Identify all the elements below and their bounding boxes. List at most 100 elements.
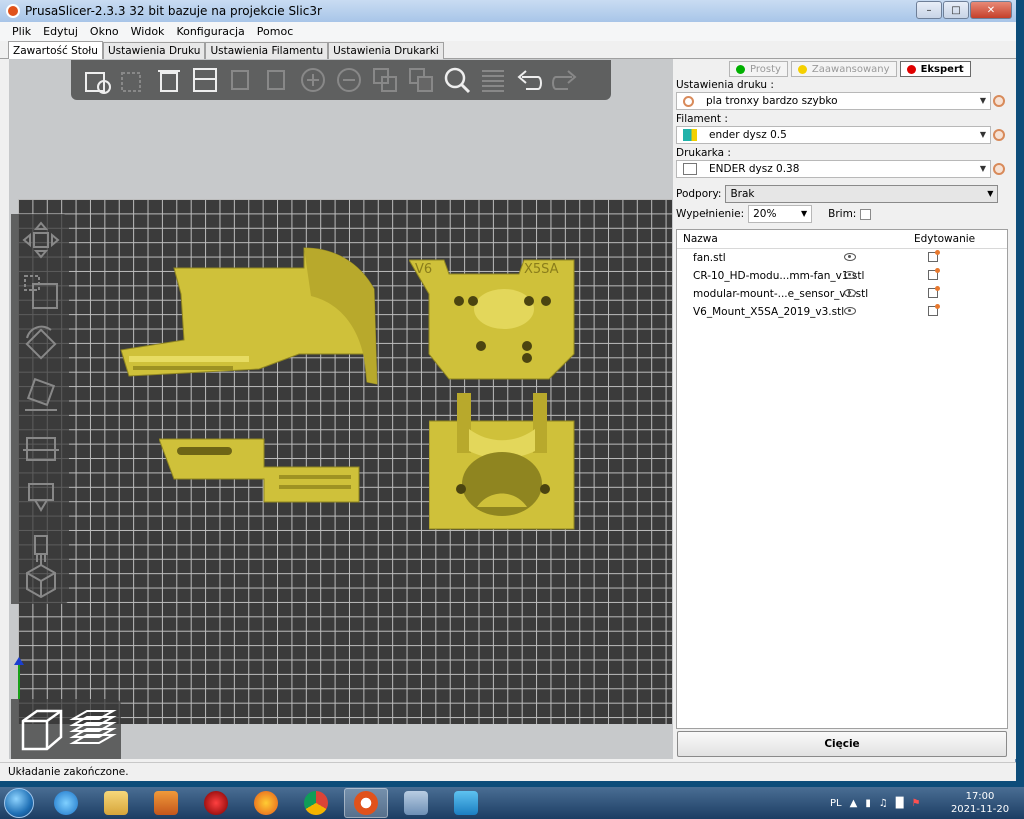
tab-filament-settings[interactable]: Ustawienia Filamentu xyxy=(205,42,329,59)
filament-color-icon xyxy=(683,129,697,141)
delete-icon[interactable] xyxy=(115,64,151,96)
minimize-button[interactable]: – xyxy=(916,1,942,19)
menu-window[interactable]: Okno xyxy=(84,25,125,38)
menu-edit[interactable]: Edytuj xyxy=(37,25,84,38)
scale-icon[interactable] xyxy=(19,272,63,312)
internet-explorer-icon[interactable] xyxy=(44,788,88,818)
language-indicator[interactable]: PL xyxy=(830,798,842,809)
redo-icon[interactable] xyxy=(547,64,583,96)
layers-editing-icon[interactable] xyxy=(475,64,511,96)
clock[interactable]: 17:00 2021-11-20 xyxy=(950,790,1010,816)
status-bar: Układanie zakończone. xyxy=(0,762,1016,781)
file-explorer-icon[interactable] xyxy=(94,788,138,818)
mode-expert-button[interactable]: Ekspert xyxy=(899,61,971,77)
infill-combo[interactable]: 20% ▼ xyxy=(748,205,813,223)
filament-combo[interactable]: ender dysz 0.5 ▼ xyxy=(676,126,991,144)
column-editing[interactable]: Edytowanie xyxy=(914,233,975,245)
remove-instance-icon[interactable] xyxy=(331,64,367,96)
mode-simple-button[interactable]: Prosty xyxy=(729,61,788,77)
edit-icon[interactable] xyxy=(928,250,940,262)
view-toggle xyxy=(11,699,121,759)
split-objects-icon[interactable] xyxy=(367,64,403,96)
print-settings-combo[interactable]: pla tronxy bardzo szybko ▼ xyxy=(676,92,991,110)
volume-icon[interactable]: ♫ xyxy=(879,798,888,809)
slice-button[interactable]: Cięcie xyxy=(677,731,1007,757)
3d-view-icon[interactable] xyxy=(17,705,65,753)
brim-checkbox[interactable] xyxy=(860,208,872,220)
preview-icon[interactable] xyxy=(69,705,117,753)
add-instance-icon[interactable] xyxy=(295,64,331,96)
edit-icon[interactable] xyxy=(928,304,940,316)
list-item[interactable]: CR-10_HD-modu...mm-fan_v1.stl xyxy=(677,267,1007,285)
y-axis-indicator xyxy=(18,659,20,699)
move-icon[interactable] xyxy=(19,220,63,260)
3d-viewport[interactable]: V6 X5SA xyxy=(9,59,673,759)
battery-icon[interactable]: ▮ xyxy=(865,798,871,809)
simple-dot-icon xyxy=(736,64,745,74)
part-sensor-mount[interactable] xyxy=(159,437,369,507)
printer-combo[interactable]: ENDER dysz 0.38 ▼ xyxy=(676,160,991,178)
tab-print-settings[interactable]: Ustawienia Druku xyxy=(102,42,206,59)
supports-combo[interactable]: Brak ▼ xyxy=(725,185,999,203)
taskbar: PL ▲ ▮ ♫ █ ⚑ 17:00 2021-11-20 xyxy=(0,787,1024,819)
paste-icon[interactable] xyxy=(259,64,295,96)
chevron-down-icon: ▼ xyxy=(979,130,986,139)
eye-icon[interactable] xyxy=(844,271,856,279)
brim-label: Brim: xyxy=(828,208,857,220)
start-button[interactable] xyxy=(0,787,38,819)
undo-icon[interactable] xyxy=(511,64,547,96)
rotate-icon[interactable] xyxy=(19,324,63,364)
clock-time: 17:00 xyxy=(965,791,995,802)
list-item[interactable]: V6_Mount_X5SA_2019_v3.stl xyxy=(677,303,1007,321)
part-fan[interactable] xyxy=(119,244,379,394)
menu-view[interactable]: Widok xyxy=(125,25,171,38)
gizmo-toolbar xyxy=(11,214,69,604)
part-modular-mount[interactable] xyxy=(429,389,579,534)
action-center-icon[interactable]: ⚑ xyxy=(912,798,921,809)
printer-gear-icon[interactable] xyxy=(993,163,1005,175)
app-icon[interactable] xyxy=(194,788,238,818)
delete-all-icon[interactable] xyxy=(151,64,187,96)
menu-bar: Plik Edytuj Okno Widok Konfiguracja Pomo… xyxy=(0,22,1016,41)
arrange-icon[interactable] xyxy=(187,64,223,96)
show-hidden-icons-icon[interactable]: ▲ xyxy=(850,798,858,809)
hollow-icon[interactable] xyxy=(19,559,63,599)
eye-icon[interactable] xyxy=(844,289,856,297)
add-icon[interactable] xyxy=(79,64,115,96)
edit-icon[interactable] xyxy=(928,268,940,280)
tab-plater[interactable]: Zawartość Stołu xyxy=(8,41,103,59)
search-icon[interactable] xyxy=(439,64,475,96)
maximize-button[interactable]: □ xyxy=(943,1,969,19)
list-item[interactable]: fan.stl xyxy=(677,249,1007,267)
menu-file[interactable]: Plik xyxy=(6,25,37,38)
edit-icon[interactable] xyxy=(928,286,940,298)
paint-supports-icon[interactable] xyxy=(19,480,63,520)
menu-help[interactable]: Pomoc xyxy=(251,25,299,38)
part-v6-mount[interactable]: V6 X5SA xyxy=(409,254,579,384)
media-player-icon[interactable] xyxy=(144,788,188,818)
supports-row: Podpory: Brak ▼ xyxy=(676,185,999,203)
place-on-face-icon[interactable] xyxy=(19,376,63,416)
sidebar: Prosty Zaawansowany Ekspert Ustawienia d… xyxy=(673,59,1016,759)
chrome-icon[interactable] xyxy=(294,788,338,818)
column-name[interactable]: Nazwa xyxy=(683,233,838,245)
mode-advanced-button[interactable]: Zaawansowany xyxy=(790,61,897,77)
prusaslicer-icon[interactable] xyxy=(344,788,388,818)
split-parts-icon[interactable] xyxy=(403,64,439,96)
firefox-icon[interactable] xyxy=(244,788,288,818)
menu-configuration[interactable]: Konfiguracja xyxy=(170,25,250,38)
list-item[interactable]: modular-mount-...e_sensor_v1.stl xyxy=(677,285,1007,303)
calculator-icon[interactable] xyxy=(394,788,438,818)
tab-printer-settings[interactable]: Ustawienia Drukarki xyxy=(328,42,444,59)
cut-icon[interactable] xyxy=(19,428,63,468)
close-button[interactable]: ✕ xyxy=(970,1,1012,19)
filament-gear-icon[interactable] xyxy=(993,129,1005,141)
window-controls: – □ ✕ xyxy=(916,1,1012,19)
eye-icon[interactable] xyxy=(844,307,856,315)
print-settings-gear-icon[interactable] xyxy=(993,95,1005,107)
mail-icon[interactable] xyxy=(444,788,488,818)
network-icon[interactable]: █ xyxy=(896,798,904,809)
copy-icon[interactable] xyxy=(223,64,259,96)
chevron-down-icon: ▼ xyxy=(800,209,808,218)
eye-icon[interactable] xyxy=(844,253,856,261)
